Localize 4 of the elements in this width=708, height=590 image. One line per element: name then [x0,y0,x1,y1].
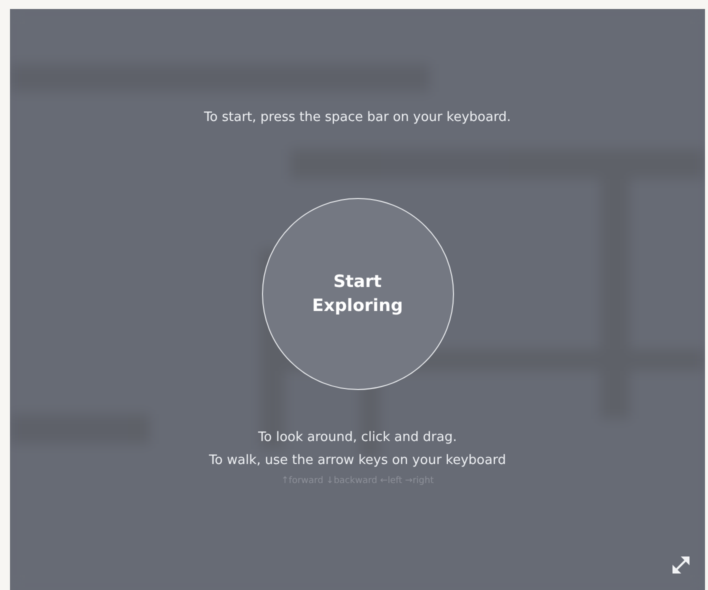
instruction-text: To walk, use the arrow keys on your keyboard [209,452,506,470]
fullscreen-icon[interactable] [670,554,692,576]
start-instruction: To start, press the space bar on your keyboard. [204,109,511,127]
instruction-text: To look around, click and drag. [258,428,457,446]
